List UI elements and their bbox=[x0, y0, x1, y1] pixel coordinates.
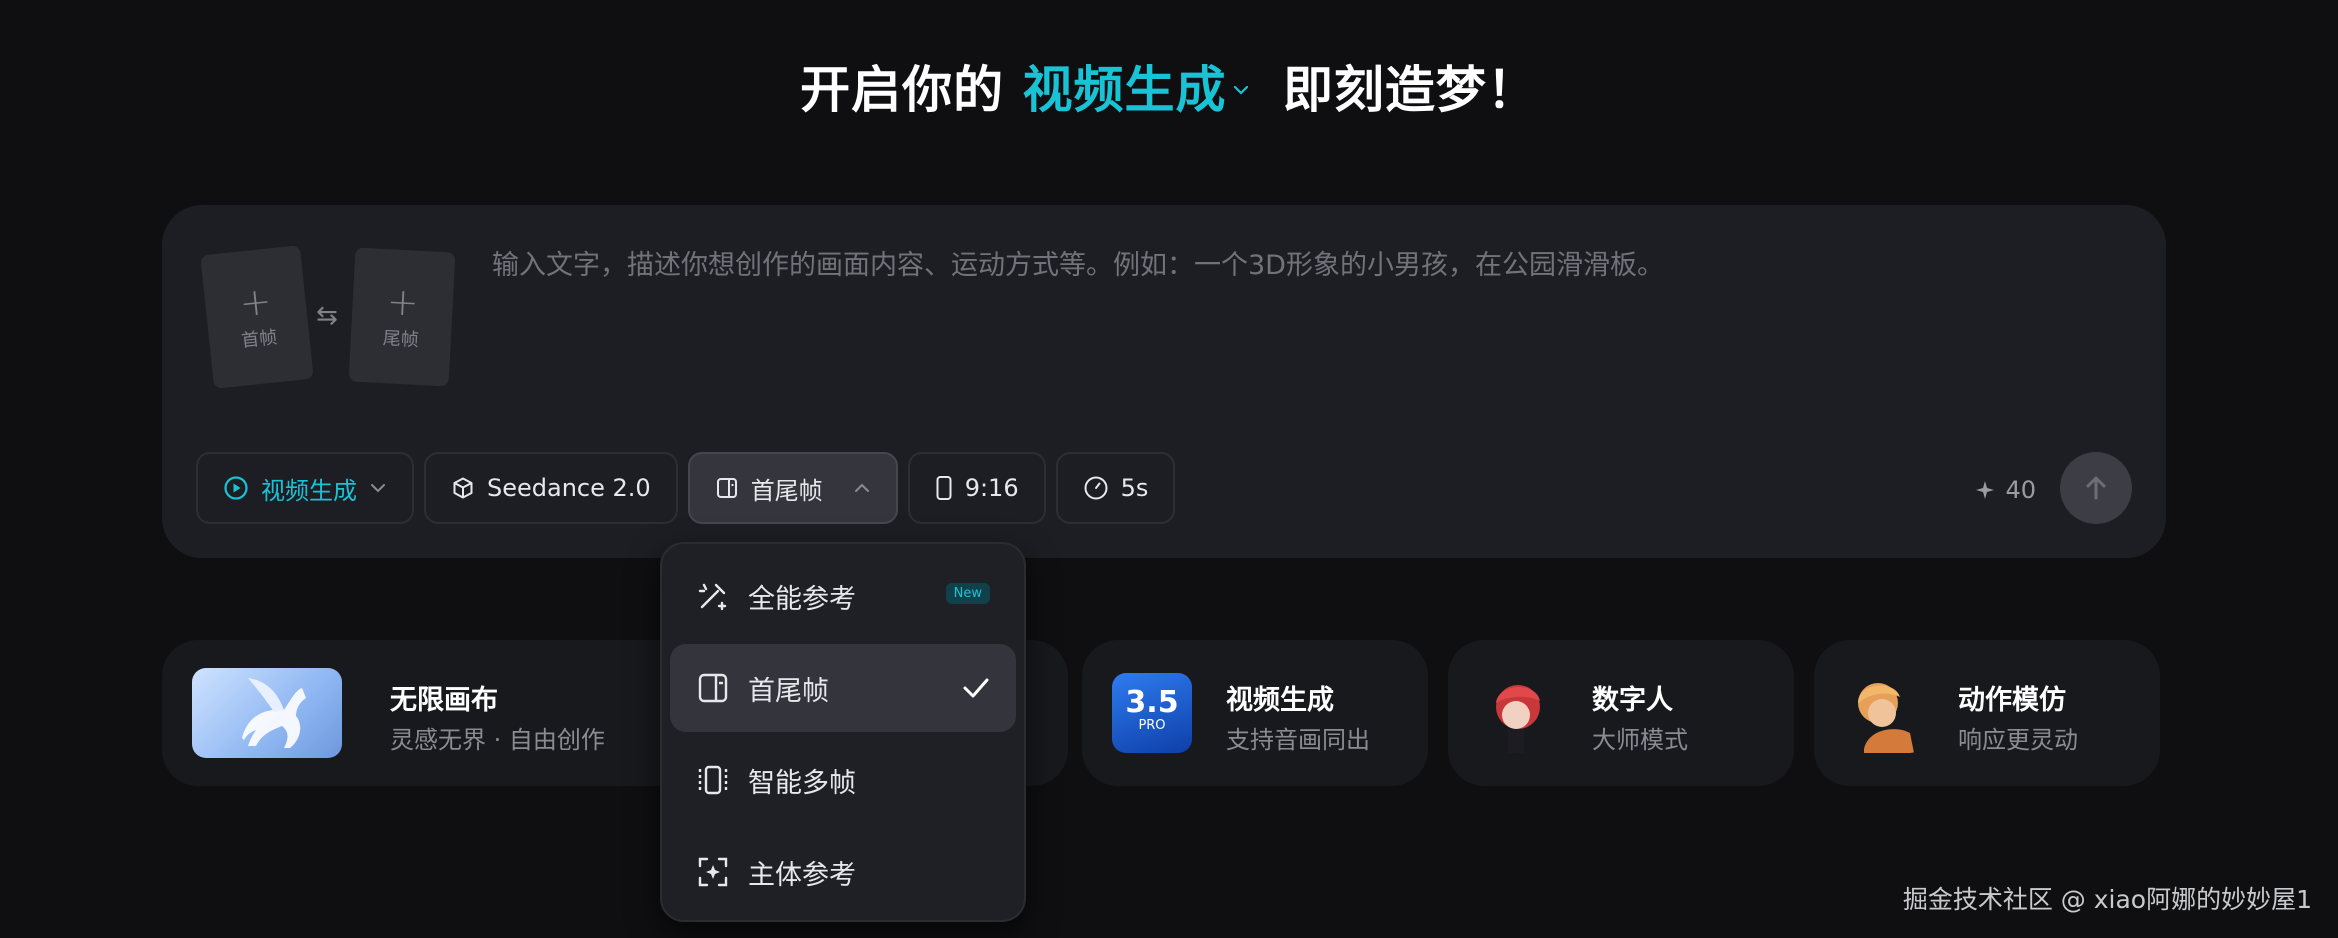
chevron-down-icon bbox=[1233, 85, 1248, 95]
new-badge: New bbox=[945, 583, 990, 604]
menu-item-smart-multi-frame[interactable]: 智能多帧 bbox=[670, 736, 1016, 824]
first-last-frame-icon bbox=[716, 478, 737, 498]
feature-card-digital-human[interactable]: 数字人 大师模式 bbox=[1448, 640, 1794, 786]
menu-item-label: 主体参考 bbox=[748, 859, 856, 891]
swap-icon[interactable]: ⇆ bbox=[316, 301, 338, 331]
menu-item-label: 全能参考 bbox=[748, 583, 856, 615]
menu-item-omni-reference[interactable]: 全能参考 New bbox=[670, 552, 1016, 640]
model-select-label: Seedance 2.0 bbox=[487, 474, 651, 502]
menu-item-first-last-frame[interactable]: 首尾帧 bbox=[670, 644, 1016, 732]
composer-toolbar: 视频生成 Seedance 2.0 首尾帧 9:16 5s bbox=[196, 452, 1176, 524]
subject-focus-icon bbox=[698, 857, 728, 887]
menu-item-subject-reference[interactable]: 主体参考 bbox=[670, 828, 1016, 916]
page-headline: 开启你的 视频生成 即刻造梦！ bbox=[0, 50, 2338, 122]
pegasus-thumbnail bbox=[192, 668, 342, 758]
credits-counter: 40 bbox=[1975, 476, 2036, 504]
first-last-frame-icon bbox=[698, 673, 728, 703]
feature-card-motion-imitation[interactable]: 动作模仿 响应更灵动 bbox=[1814, 640, 2160, 786]
redhead-avatar bbox=[1478, 673, 1558, 753]
prompt-composer: + 首帧 ⇆ + 尾帧 输入文字，描述你想创作的画面内容、运动方式等。例如：一个… bbox=[162, 205, 2166, 558]
version-badge-tier: PRO bbox=[1138, 718, 1166, 733]
feature-subtitle: 支持音画同出 bbox=[1226, 726, 1370, 754]
blonde-avatar bbox=[1844, 673, 1924, 753]
duration-select[interactable]: 5s bbox=[1055, 452, 1176, 524]
headline-suffix: 即刻造梦！ bbox=[1282, 61, 1538, 119]
duration-label: 5s bbox=[1120, 474, 1149, 502]
mode-select-label: 视频生成 bbox=[261, 476, 357, 505]
ratio-label: 9:16 bbox=[964, 474, 1019, 502]
chevron-up-icon bbox=[854, 483, 869, 492]
arrow-up-icon bbox=[2086, 476, 2106, 500]
model-select[interactable]: Seedance 2.0 bbox=[424, 452, 678, 524]
first-frame-upload[interactable]: + 首帧 bbox=[200, 245, 314, 389]
magic-wand-icon bbox=[698, 583, 727, 611]
last-frame-label: 尾帧 bbox=[382, 328, 420, 351]
cube-icon bbox=[453, 477, 473, 499]
ratio-select[interactable]: 9:16 bbox=[907, 452, 1046, 524]
send-button[interactable] bbox=[2060, 452, 2132, 524]
mode-select[interactable]: 视频生成 bbox=[196, 452, 414, 524]
chevron-down-icon bbox=[371, 484, 385, 493]
first-frame-label: 首帧 bbox=[240, 327, 279, 352]
sparkle-icon bbox=[1976, 481, 1995, 499]
feature-title: 视频生成 bbox=[1226, 685, 1334, 716]
prompt-input[interactable]: 输入文字，描述你想创作的画面内容、运动方式等。例如：一个3D形象的小男孩，在公园… bbox=[492, 243, 2092, 282]
version-badge-number: 3.5 bbox=[1125, 685, 1179, 720]
feature-title: 动作模仿 bbox=[1958, 685, 2066, 716]
version-badge-thumbnail: 3.5 PRO bbox=[1112, 673, 1192, 753]
headline-mode-selector[interactable]: 视频生成 bbox=[1023, 61, 1265, 119]
menu-item-label: 首尾帧 bbox=[748, 675, 829, 707]
feature-card-video-generation[interactable]: 3.5 PRO 视频生成 支持音画同出 bbox=[1082, 640, 1428, 786]
timer-icon bbox=[1084, 476, 1108, 500]
phone-portrait-icon bbox=[936, 476, 952, 500]
feature-title: 无限画布 bbox=[390, 685, 498, 716]
watermark: 掘金技术社区 @ xiao阿娜的妙妙屋1 bbox=[1902, 885, 2312, 914]
frame-mode-label: 首尾帧 bbox=[750, 476, 823, 505]
feature-title: 数字人 bbox=[1592, 685, 1673, 716]
frame-mode-select[interactable]: 首尾帧 bbox=[687, 452, 898, 524]
plus-icon: + bbox=[385, 279, 420, 325]
multi-frame-icon bbox=[698, 765, 728, 795]
feature-subtitle: 灵感无界 · 自由创作 bbox=[390, 726, 605, 754]
video-play-icon bbox=[224, 476, 248, 500]
check-icon bbox=[963, 678, 989, 698]
headline-prefix: 开启你的 bbox=[800, 61, 1005, 119]
plus-icon: + bbox=[237, 278, 274, 326]
credits-value: 40 bbox=[2005, 476, 2036, 504]
headline-mode-label: 视频生成 bbox=[1022, 61, 1227, 119]
frame-mode-dropdown: 全能参考 New 首尾帧 智能多帧 主体参考 bbox=[660, 542, 1026, 922]
feature-subtitle: 响应更灵动 bbox=[1958, 726, 2078, 754]
menu-item-label: 智能多帧 bbox=[748, 767, 856, 799]
last-frame-upload[interactable]: + 尾帧 bbox=[348, 247, 456, 387]
feature-subtitle: 大师模式 bbox=[1592, 726, 1688, 754]
